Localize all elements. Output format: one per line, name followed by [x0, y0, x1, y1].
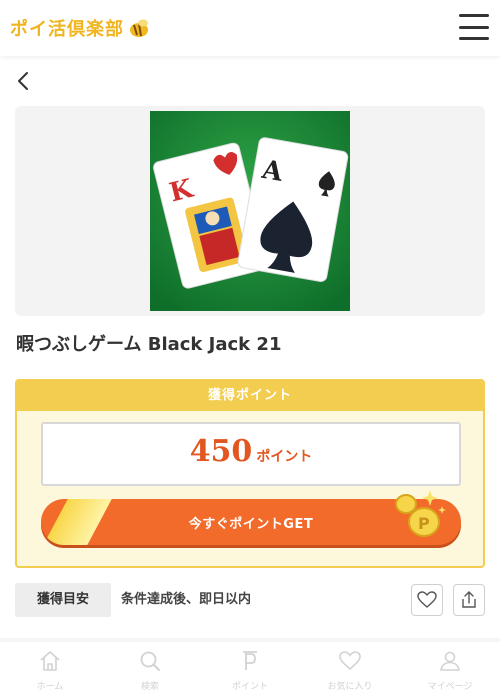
tab-search-label: 検索: [140, 682, 159, 692]
menu-bar-icon: [459, 37, 489, 40]
point-amount: 450: [189, 434, 253, 469]
svg-text:P: P: [418, 514, 430, 533]
tab-favorites[interactable]: お気に入り: [300, 642, 400, 700]
back-chevron-icon[interactable]: [14, 70, 36, 92]
tab-home[interactable]: ホーム: [0, 642, 100, 700]
share-button[interactable]: [453, 584, 485, 616]
tab-points-label: ポイント: [231, 682, 268, 692]
favorite-button[interactable]: [411, 584, 443, 616]
heart-outline-icon: [417, 591, 437, 608]
share-icon: [462, 591, 476, 608]
game-thumbnail-image: K A: [150, 111, 350, 311]
hamburger-menu-button[interactable]: [459, 14, 489, 40]
logo-text: ポイ活倶楽部: [10, 19, 124, 40]
coins-icon: P: [395, 490, 446, 537]
point-panel-heading: 獲得ポイント: [17, 381, 483, 411]
point-value-box: 450 ポイント: [41, 422, 461, 486]
search-icon: [140, 651, 160, 671]
home-icon: [40, 651, 60, 671]
user-icon: [440, 651, 460, 671]
bottom-tab-bar: ホーム 検索 ポイント お気に入り マイページ: [0, 642, 500, 700]
tab-home-label: ホーム: [36, 682, 64, 692]
tab-points[interactable]: ポイント: [200, 642, 300, 700]
site-logo[interactable]: ポイ活倶楽部: [10, 12, 150, 44]
point-unit: ポイント: [256, 449, 313, 465]
logo-bee-icon: [130, 19, 148, 37]
get-points-button-label: 今すぐポイントGET: [188, 516, 314, 532]
tab-mypage[interactable]: マイページ: [400, 642, 500, 700]
tab-favorites-label: お気に入り: [327, 682, 373, 692]
tab-search[interactable]: 検索: [100, 642, 200, 700]
menu-bar-icon: [459, 25, 489, 29]
condition-tag: 獲得目安: [15, 583, 111, 617]
app-header: ポイ活倶楽部: [0, 0, 500, 56]
condition-text: 条件達成後、即日以内: [121, 592, 252, 607]
menu-bar-icon: [459, 14, 489, 17]
offer-title: 暇つぶしゲーム Black Jack 21: [16, 334, 282, 355]
heart-icon: [339, 651, 361, 671]
button-highlight-stripe: [41, 499, 114, 545]
point-icon: [243, 651, 257, 670]
tab-mypage-label: マイページ: [427, 682, 473, 692]
